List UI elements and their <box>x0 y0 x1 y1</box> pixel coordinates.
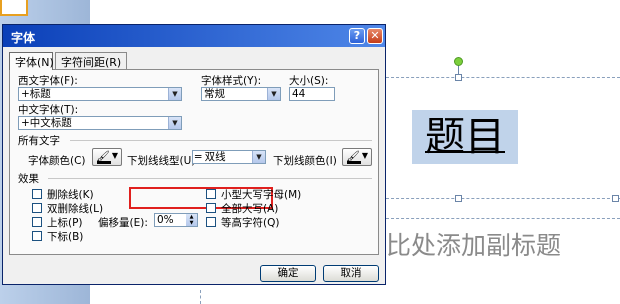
font-style-select[interactable]: 常规 ▼ <box>201 87 281 101</box>
resize-handle-top[interactable] <box>455 74 462 81</box>
font-color-swatch <box>97 161 111 164</box>
font-style-value: 常规 <box>204 88 225 100</box>
equalize-height-label: 等高字符(Q) <box>221 217 280 229</box>
small-caps-label: 小型大写字母(M) <box>221 189 302 201</box>
rotation-handle[interactable] <box>454 57 463 66</box>
resize-handle-bottom-right[interactable] <box>612 195 619 202</box>
superscript-checkbox[interactable] <box>32 217 42 227</box>
western-font-value: +标题 <box>21 88 51 100</box>
asian-font-label: 中文字体(T): <box>18 104 79 116</box>
font-size-input[interactable]: 44 <box>289 87 335 101</box>
cancel-button[interactable]: 取消 <box>323 265 379 282</box>
all-caps-label: 全部大写(A) <box>221 203 279 215</box>
font-color-button[interactable]: 🖌 ▼ <box>92 148 122 166</box>
offset-spinner[interactable]: 0% ▲ ▼ <box>154 213 198 227</box>
double-line-icon: ═ <box>195 151 205 163</box>
resize-handle-bottom[interactable] <box>455 195 462 202</box>
underline-color-swatch <box>347 161 361 164</box>
font-size-label: 大小(S): <box>289 75 329 87</box>
asian-font-value: +中文标题 <box>21 117 72 129</box>
help-button[interactable]: ? <box>349 28 365 44</box>
all-text-section-label: 所有文字 <box>18 135 60 147</box>
offset-value: 0% <box>157 214 174 226</box>
close-button[interactable]: ✕ <box>367 28 383 44</box>
effects-section-label: 效果 <box>18 173 39 185</box>
slide-thumbnail[interactable] <box>0 0 28 16</box>
slide-subtitle-placeholder[interactable]: 比处添加副标题 <box>386 226 616 262</box>
font-color-label: 字体颜色(C) <box>28 155 86 167</box>
chevron-down-icon: ▼ <box>111 151 118 160</box>
dialog-titlebar[interactable]: 字体 ? ✕ <box>3 25 385 47</box>
all-caps-checkbox[interactable] <box>206 203 216 213</box>
chevron-down-icon: ▼ <box>168 88 181 100</box>
subtitle-box-left-border <box>200 290 201 304</box>
chevron-down-icon: ▼ <box>252 151 265 163</box>
font-style-label: 字体样式(Y): <box>201 75 262 87</box>
underline-type-select[interactable]: ═ 双线 ▼ <box>192 150 266 164</box>
subtitle-box-top-border <box>386 218 620 219</box>
title-box-top-border <box>386 77 620 78</box>
font-dialog: 字体 ? ✕ 字体(N) 字符间距(R) 西文字体(F): +标题 ▼ 中文字体… <box>2 24 386 285</box>
strikethrough-checkbox[interactable] <box>32 189 42 199</box>
spinner-arrows-icon[interactable]: ▲ ▼ <box>186 214 197 226</box>
subscript-checkbox[interactable] <box>32 231 42 241</box>
small-caps-checkbox[interactable] <box>206 189 216 199</box>
subscript-label: 下标(B) <box>47 231 84 243</box>
chevron-down-icon: ▼ <box>168 117 181 129</box>
tab-character-spacing[interactable]: 字符间距(R) <box>55 52 127 69</box>
asian-font-select[interactable]: +中文标题 ▼ <box>18 116 182 130</box>
western-font-select[interactable]: +标题 ▼ <box>18 87 182 101</box>
underline-color-label: 下划线颜色(I) <box>273 155 337 167</box>
western-font-label: 西文字体(F): <box>18 75 78 87</box>
offset-label: 偏移量(E): <box>98 217 148 229</box>
strikethrough-label: 删除线(K) <box>47 189 94 201</box>
double-strikethrough-checkbox[interactable] <box>32 203 42 213</box>
font-tab-panel: 西文字体(F): +标题 ▼ 中文字体(T): +中文标题 ▼ 字体样式(Y):… <box>9 69 379 255</box>
all-text-divider <box>70 140 372 141</box>
ok-button[interactable]: 确定 <box>260 265 316 282</box>
chevron-down-icon: ▼ <box>267 88 280 100</box>
dialog-title: 字体 <box>11 31 36 45</box>
tab-font[interactable]: 字体(N) <box>9 52 54 70</box>
double-strikethrough-label: 双删除线(L) <box>47 203 104 215</box>
title-box-bottom-border <box>386 198 620 199</box>
equalize-height-checkbox[interactable] <box>206 217 216 227</box>
underline-type-value: 双线 <box>204 151 226 163</box>
superscript-label: 上标(P) <box>47 217 83 229</box>
chevron-down-icon: ▼ <box>361 151 368 160</box>
underline-type-label: 下划线线型(U) <box>127 155 196 167</box>
effects-divider <box>48 178 372 179</box>
slide-title-text[interactable]: 题目 <box>412 110 518 164</box>
underline-color-button[interactable]: 🖌 ▼ <box>342 148 372 166</box>
